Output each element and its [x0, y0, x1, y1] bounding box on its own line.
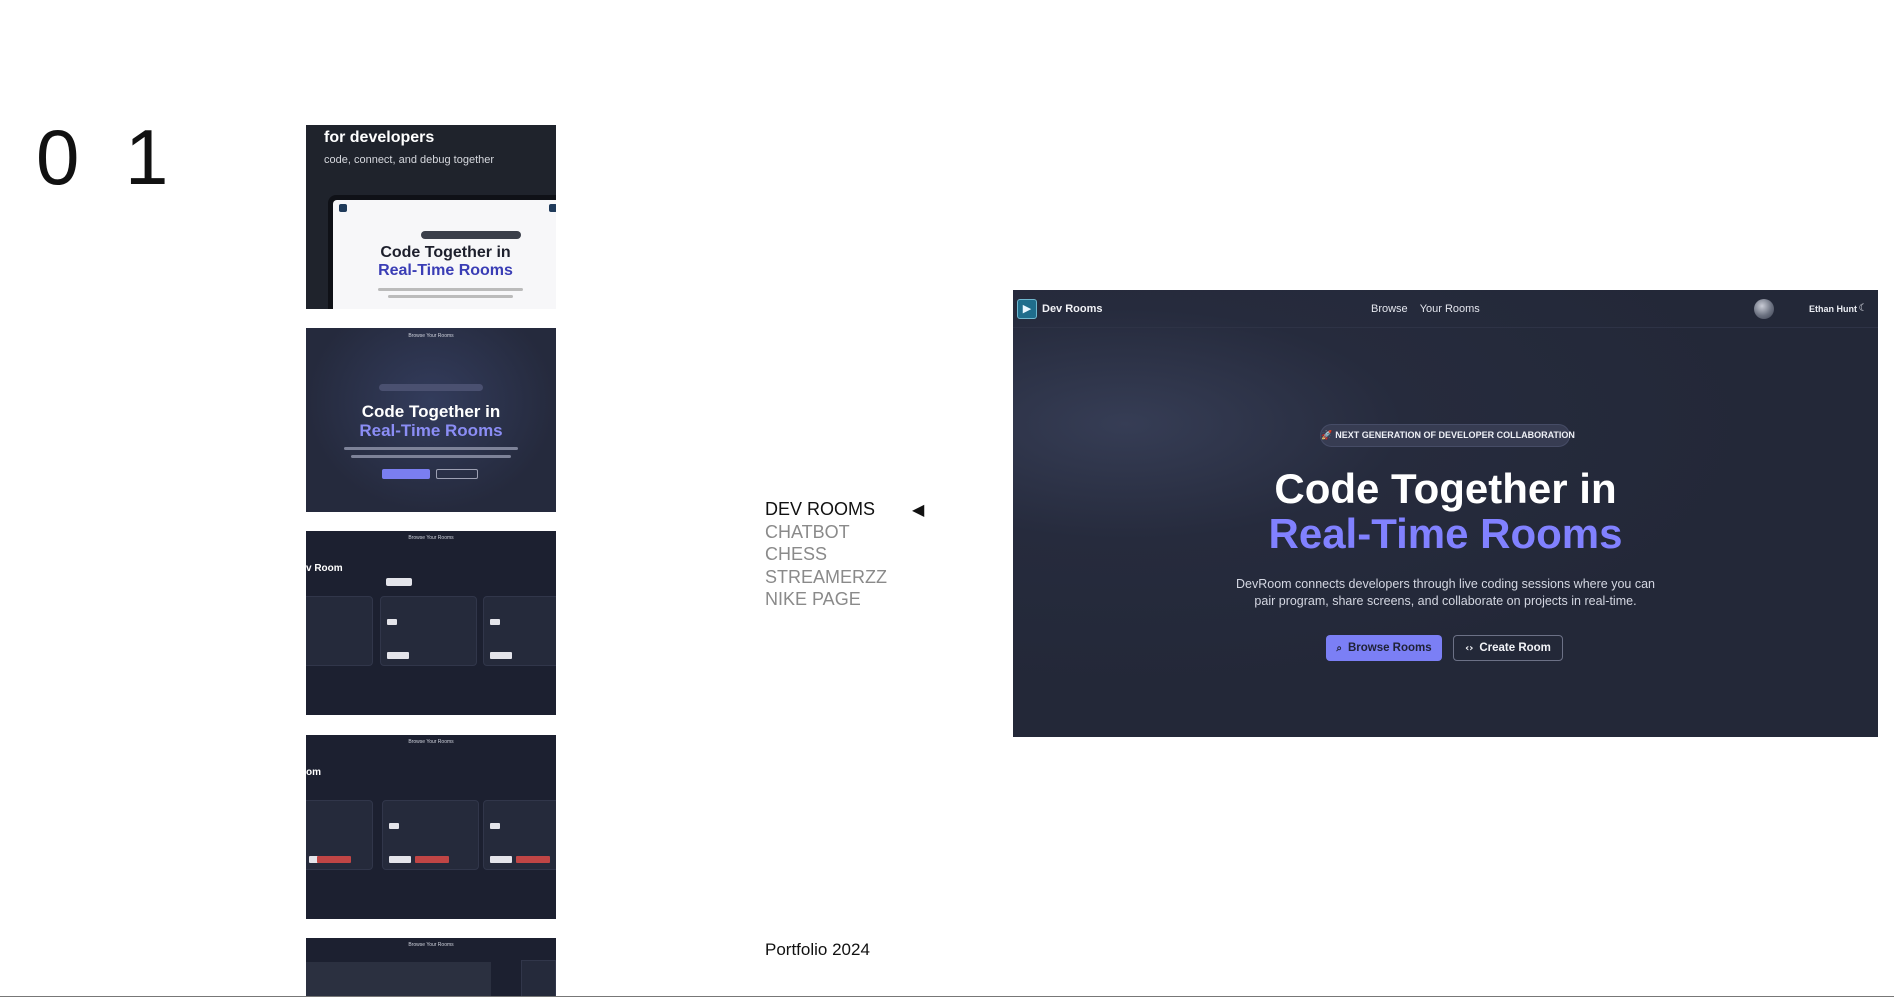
hero-badge-label: NEXT GENERATION OF DEVELOPER COLLABORATI…: [1335, 430, 1575, 440]
nav-link-browse[interactable]: Browse: [1371, 303, 1408, 315]
mini-room-card: [306, 800, 373, 870]
mini-room-card: [306, 596, 373, 666]
mini-secondary-button: [436, 469, 478, 479]
mini-room-card: [483, 800, 556, 870]
mini-nav: Browse Your Rooms: [408, 333, 454, 339]
avatar[interactable]: [1754, 299, 1774, 319]
thumbnail-subtitle: code, connect, and debug together: [324, 154, 495, 166]
laptop-screen: Code Together in Real-Time Rooms: [333, 200, 556, 309]
search-icon: ⌕: [1336, 643, 1342, 654]
preview-brand[interactable]: Dev Rooms: [1042, 303, 1103, 315]
thumbnail-1[interactable]: for developers code, connect, and debug …: [306, 125, 556, 309]
mini-nav: Browse Your Rooms: [408, 535, 454, 541]
mini-code-editor: [306, 962, 491, 997]
thumbnail-3[interactable]: Browse Your Rooms v Room: [306, 531, 556, 715]
user-name[interactable]: Ethan Hunt: [1809, 304, 1857, 314]
mini-delete-button: [516, 856, 550, 863]
create-room-button[interactable]: ‹› Create Room: [1453, 635, 1563, 661]
mini-heading-1: Code Together in: [380, 244, 511, 261]
mini-room-card: [483, 596, 556, 666]
mini-tag: [387, 619, 397, 625]
mini-text-line: [388, 295, 513, 298]
mini-nav: Browse Your Rooms: [408, 942, 454, 948]
moon-icon[interactable]: ☾: [1853, 299, 1873, 319]
rocket-icon: 🚀: [1321, 431, 1333, 441]
dev-rooms-logo-icon[interactable]: ▶: [1017, 299, 1037, 319]
preview-navbar: ▶ Dev Rooms Browse Your Rooms Ethan Hunt…: [1013, 290, 1878, 328]
mini-heading-1: Code Together in: [361, 402, 501, 421]
mini-side-panel: [521, 960, 556, 997]
mini-primary-button: [382, 469, 430, 479]
project-preview[interactable]: ▶ Dev Rooms Browse Your Rooms Ethan Hunt…: [1013, 290, 1878, 737]
mini-room-card: [382, 800, 479, 870]
mini-page-title: om: [306, 767, 321, 778]
hero-heading-line-1: Code Together in: [1274, 465, 1617, 512]
create-room-label: Create Room: [1479, 642, 1551, 654]
mini-page-title: v Room: [306, 563, 343, 574]
mini-button: [490, 856, 512, 863]
mini-tag: [490, 619, 500, 625]
thumbnail-title: for developers: [324, 129, 435, 146]
code-icon: ‹›: [1465, 643, 1474, 654]
mini-badge: [379, 384, 483, 391]
browse-rooms-button[interactable]: ⌕ Browse Rooms: [1326, 635, 1442, 661]
mini-delete-button: [415, 856, 449, 863]
portfolio-year-label: Portfolio 2024: [765, 940, 870, 959]
mini-heading-2: Real-Time Rooms: [378, 262, 513, 279]
avatar: [549, 204, 556, 212]
mini-text-line: [351, 455, 511, 458]
mini-text-line: [378, 288, 523, 291]
thumbnail-5[interactable]: Browse Your Rooms: [306, 938, 556, 997]
menu-item-nike-page[interactable]: NIKE PAGE: [765, 588, 887, 611]
mini-badge: [421, 231, 521, 239]
menu-item-streamerzz[interactable]: STREAMERZZ: [765, 566, 887, 589]
mini-delete-button: [317, 856, 351, 863]
project-menu: DEV ROOMS CHATBOT CHESS STREAMERZZ NIKE …: [765, 498, 887, 611]
browse-rooms-label: Browse Rooms: [1347, 642, 1432, 654]
nav-link-your-rooms[interactable]: Your Rooms: [1420, 303, 1480, 315]
hero-description: DevRoom connects developers through live…: [1236, 577, 1655, 608]
mini-button: [389, 856, 411, 863]
preview-nav-links: Browse Your Rooms: [1371, 303, 1480, 315]
mini-button: [490, 652, 512, 659]
hero-heading-line-2: Real-Time Rooms: [1268, 510, 1623, 557]
thumbnail-4[interactable]: Browse Your Rooms om: [306, 735, 556, 919]
mini-room-card: [380, 596, 477, 666]
mini-tag: [389, 823, 399, 829]
menu-item-dev-rooms[interactable]: DEV ROOMS: [765, 498, 887, 521]
logo-icon: [339, 204, 347, 212]
mini-tag: [490, 823, 500, 829]
thumbnail-2[interactable]: Browse Your Rooms Code Together in Real-…: [306, 328, 556, 512]
hero-badge: 🚀 NEXT GENERATION OF DEVELOPER COLLABORAT…: [1320, 424, 1575, 447]
mini-button: [386, 578, 412, 586]
laptop-mockup: Code Together in Real-Time Rooms: [328, 195, 556, 309]
mini-button: [387, 652, 409, 659]
mini-nav: Browse Your Rooms: [408, 739, 454, 745]
mini-text-line: [344, 447, 518, 450]
active-indicator-arrow-icon: ◀: [912, 500, 925, 519]
menu-item-chess[interactable]: CHESS: [765, 543, 887, 566]
mini-heading-2: Real-Time Rooms: [359, 421, 503, 440]
project-number: 0 1: [36, 113, 181, 201]
menu-item-chatbot[interactable]: CHATBOT: [765, 521, 887, 544]
mini-nav: [339, 204, 556, 212]
